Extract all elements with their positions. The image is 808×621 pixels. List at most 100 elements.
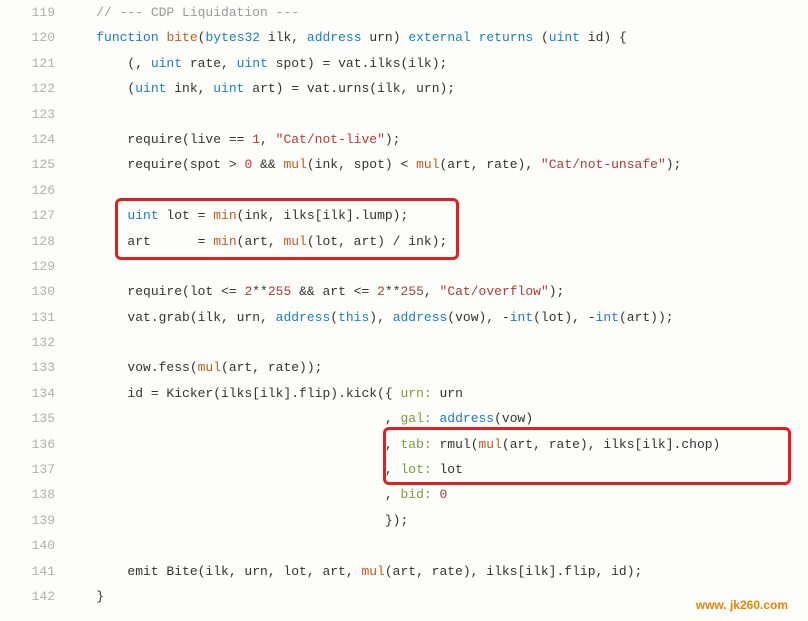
fn: min bbox=[213, 208, 236, 223]
id: rate, bbox=[182, 56, 237, 71]
id: ( bbox=[65, 81, 135, 96]
num: 0 bbox=[440, 487, 448, 502]
kw-function: function bbox=[96, 30, 158, 45]
id: (lot, art) / ink); bbox=[307, 234, 447, 249]
fn: min bbox=[213, 234, 236, 249]
id: && bbox=[252, 157, 283, 172]
ws bbox=[432, 411, 440, 426]
type: address bbox=[307, 30, 362, 45]
punct: , bbox=[260, 132, 276, 147]
code-line bbox=[65, 102, 808, 127]
string: "Cat/not-live" bbox=[276, 132, 385, 147]
code-line: id = Kicker(ilks[ilk].flip).kick({ urn: … bbox=[65, 381, 808, 406]
code-line: function bite(bytes32 ilk, address urn) … bbox=[65, 25, 808, 50]
lineno: 128 bbox=[0, 229, 55, 254]
num: 2 bbox=[377, 284, 385, 299]
id: (vow), - bbox=[447, 310, 509, 325]
ws bbox=[432, 487, 440, 502]
lineno: 121 bbox=[0, 51, 55, 76]
type: int bbox=[510, 310, 533, 325]
line-number-gutter: 119 120 121 122 123 124 125 126 127 128 … bbox=[0, 0, 65, 609]
punct: } bbox=[65, 589, 104, 604]
ws bbox=[65, 208, 127, 223]
id: (ink, spot) < bbox=[307, 157, 416, 172]
id: lot bbox=[432, 462, 463, 477]
id: (art)); bbox=[619, 310, 674, 325]
fn: mul bbox=[283, 234, 306, 249]
type: uint bbox=[213, 81, 244, 96]
type: address bbox=[440, 411, 495, 426]
id: require(spot > bbox=[65, 157, 244, 172]
lineno: 133 bbox=[0, 355, 55, 380]
code-line: require(live == 1, "Cat/not-live"); bbox=[65, 127, 808, 152]
fn: mul bbox=[416, 157, 439, 172]
type: address bbox=[393, 310, 448, 325]
fn: mul bbox=[361, 564, 384, 579]
id: urn bbox=[432, 386, 463, 401]
id: id = Kicker(ilks[ilk].flip).kick({ bbox=[65, 386, 400, 401]
watermark-text: www. jk260.com bbox=[696, 594, 788, 617]
fn: mul bbox=[283, 157, 306, 172]
num: 255 bbox=[401, 284, 424, 299]
code-line: require(lot <= 2**255 && art <= 2**255, … bbox=[65, 279, 808, 304]
code-line: vow.fess(mul(art, rate)); bbox=[65, 355, 808, 380]
lineno: 126 bbox=[0, 178, 55, 203]
id: vow.fess( bbox=[65, 360, 198, 375]
id: (, bbox=[65, 56, 151, 71]
code-line: }); bbox=[65, 508, 808, 533]
lineno: 125 bbox=[0, 152, 55, 177]
type: bytes32 bbox=[205, 30, 260, 45]
code-viewer: 119 120 121 122 123 124 125 126 127 128 … bbox=[0, 0, 808, 609]
lineno: 132 bbox=[0, 330, 55, 355]
code-line: uint lot = min(ink, ilks[ilk].lump); bbox=[65, 203, 808, 228]
code-line: // --- CDP Liquidation --- bbox=[65, 0, 808, 25]
type: address bbox=[276, 310, 331, 325]
lineno: 138 bbox=[0, 482, 55, 507]
kw: returns bbox=[479, 30, 534, 45]
type: uint bbox=[151, 56, 182, 71]
punct: ( bbox=[533, 30, 549, 45]
comment: // --- CDP Liquidation --- bbox=[65, 5, 299, 20]
lineno: 130 bbox=[0, 279, 55, 304]
code-line: , bid: 0 bbox=[65, 482, 808, 507]
id: ), bbox=[369, 310, 392, 325]
code-line: , tab: rmul(mul(art, rate), ilks[ilk].ch… bbox=[65, 432, 808, 457]
lineno: 141 bbox=[0, 559, 55, 584]
id: lot = bbox=[159, 208, 214, 223]
lineno: 129 bbox=[0, 254, 55, 279]
code-line: , gal: address(vow) bbox=[65, 406, 808, 431]
num: 255 bbox=[268, 284, 291, 299]
lineno: 120 bbox=[0, 25, 55, 50]
type: uint bbox=[135, 81, 166, 96]
id: , bbox=[65, 462, 400, 477]
lineno: 137 bbox=[0, 457, 55, 482]
code-line bbox=[65, 254, 808, 279]
attr: bid: bbox=[400, 487, 431, 502]
id: , bbox=[65, 437, 400, 452]
code-line: (uint ink, uint art) = vat.urns(ilk, urn… bbox=[65, 76, 808, 101]
id: (art, rate), ilks[ilk].chop) bbox=[502, 437, 720, 452]
fn-name: bite bbox=[166, 30, 197, 45]
attr: tab: bbox=[400, 437, 431, 452]
id: (art, rate), bbox=[440, 157, 541, 172]
fn: mul bbox=[479, 437, 502, 452]
num: 1 bbox=[252, 132, 260, 147]
fn: mul bbox=[198, 360, 221, 375]
punct: ** bbox=[385, 284, 401, 299]
code-line bbox=[65, 533, 808, 558]
type: uint bbox=[127, 208, 158, 223]
id: (lot), - bbox=[533, 310, 595, 325]
punct: }); bbox=[65, 513, 408, 528]
lineno: 123 bbox=[0, 102, 55, 127]
string: "Cat/not-unsafe" bbox=[541, 157, 666, 172]
id: spot) = vat.ilks(ilk); bbox=[268, 56, 447, 71]
code-lines[interactable]: // --- CDP Liquidation --- function bite… bbox=[65, 0, 808, 609]
id: (vow) bbox=[494, 411, 533, 426]
lineno: 142 bbox=[0, 584, 55, 609]
code-line bbox=[65, 330, 808, 355]
id: && art <= bbox=[291, 284, 377, 299]
attr: gal: bbox=[400, 411, 431, 426]
code-line bbox=[65, 178, 808, 203]
id: , bbox=[65, 411, 400, 426]
id: require(lot <= bbox=[65, 284, 244, 299]
